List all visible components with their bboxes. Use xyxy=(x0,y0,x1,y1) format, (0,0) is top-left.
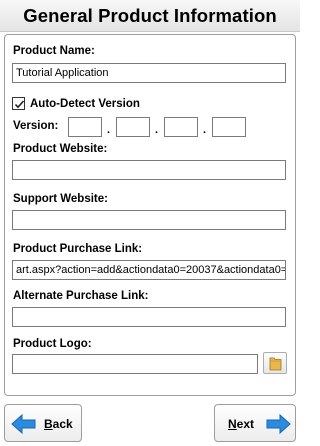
checkmark-icon xyxy=(14,100,25,109)
alternate-link-field[interactable] xyxy=(12,307,286,327)
folder-icon xyxy=(269,357,282,371)
arrow-right-icon xyxy=(266,413,291,435)
purchase-link-label: Product Purchase Link: xyxy=(13,243,143,255)
next-button-label: Next xyxy=(228,417,255,431)
product-logo-field[interactable] xyxy=(12,354,258,374)
version-label: Version: xyxy=(13,120,59,132)
product-website-field[interactable] xyxy=(12,160,286,180)
version-major-field[interactable] xyxy=(68,117,102,137)
version-separator: . xyxy=(155,124,159,136)
auto-detect-checkbox[interactable] xyxy=(12,97,25,110)
version-separator: . xyxy=(107,124,111,136)
product-name-field[interactable]: Tutorial Application xyxy=(12,63,286,83)
next-button[interactable]: Next xyxy=(214,404,296,442)
purchase-link-field[interactable]: art.aspx?action=add&actiondata0=20037&ac… xyxy=(12,260,286,280)
version-minor-field[interactable] xyxy=(116,117,150,137)
version-separator: . xyxy=(203,124,207,136)
alternate-link-label: Alternate Purchase Link: xyxy=(13,290,149,302)
back-button-label: Back xyxy=(44,417,73,431)
support-website-label: Support Website: xyxy=(13,193,108,205)
product-logo-label: Product Logo: xyxy=(13,338,92,350)
page-title: General Product Information xyxy=(0,0,300,32)
back-button[interactable]: Back xyxy=(4,404,82,442)
version-revision-field[interactable] xyxy=(212,117,246,137)
support-website-field[interactable] xyxy=(12,210,286,230)
arrow-left-icon xyxy=(11,413,36,435)
auto-detect-label: Auto-Detect Version xyxy=(30,98,140,110)
browse-logo-button[interactable] xyxy=(263,352,287,374)
product-website-label: Product Website: xyxy=(13,143,108,155)
product-name-label: Product Name: xyxy=(13,45,95,57)
version-build-field[interactable] xyxy=(164,117,198,137)
